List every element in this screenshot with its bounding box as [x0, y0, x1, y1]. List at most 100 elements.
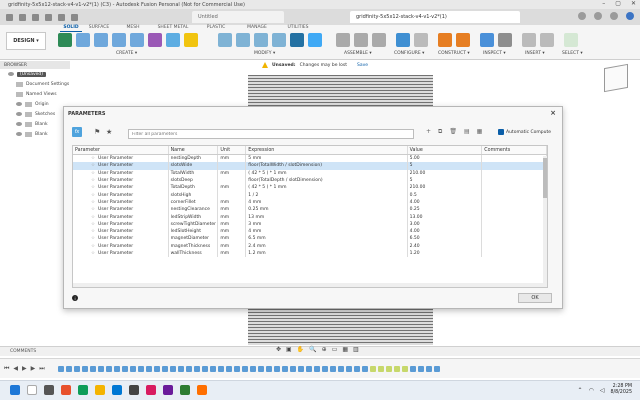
ok-button[interactable]: OK — [518, 293, 552, 303]
timeline-feature-icon[interactable] — [106, 366, 112, 372]
clock[interactable]: 2:28 PM 8/8/2025 — [610, 384, 632, 396]
tab-surface[interactable]: SURFACE — [82, 25, 116, 32]
table-row[interactable]: ☆ User Parameter nestingDepth mm 5 mm 5.00 — [73, 155, 547, 163]
table-row[interactable]: ☆ User Parameter screwTightDiameter mm 3 mm 3… — [73, 220, 547, 228]
timeline-feature-icon[interactable] — [434, 366, 440, 372]
table-row[interactable]: ☆ User Parameter TotalWidth mm( 42 * 5 ) * … — [73, 169, 547, 177]
cell-name[interactable]: slotsDeep — [169, 176, 219, 185]
timeline-feature-icon[interactable] — [146, 366, 152, 372]
timeline-feature-icon[interactable] — [162, 366, 168, 372]
cell-comments[interactable] — [482, 220, 547, 228]
cell-unit[interactable]: mm — [218, 155, 247, 163]
star-icon[interactable]: ☆ — [91, 207, 95, 212]
cell-unit[interactable]: mm — [218, 206, 247, 214]
star-icon[interactable]: ☆ — [91, 171, 95, 176]
cell-name[interactable]: ledSlotHeight — [169, 227, 219, 236]
timeline-feature-icon[interactable] — [74, 366, 80, 372]
cell-expression[interactable]: 6.5 mm — [246, 235, 408, 243]
cell-comments[interactable] — [482, 235, 547, 243]
star-icon[interactable]: ☆ — [91, 200, 95, 205]
move-copy-icon[interactable] — [290, 33, 304, 47]
box-icon[interactable] — [166, 33, 180, 47]
firefox-icon[interactable] — [61, 385, 71, 395]
cell-comments[interactable] — [482, 155, 547, 163]
joint-icon[interactable] — [354, 33, 368, 47]
table-row[interactable]: ☆ User Parameter slotsHigh 1 / 2 0.5 — [73, 191, 547, 199]
timeline-feature-icon[interactable] — [378, 366, 384, 372]
cell-expression[interactable]: 1 / 2 — [246, 191, 408, 199]
visibility-icon[interactable] — [16, 102, 22, 106]
delete-parameter-icon[interactable]: 🗑 — [449, 128, 457, 136]
cell-expression[interactable]: 0.25 mm — [246, 206, 408, 214]
cell-name[interactable]: slotsWide — [169, 162, 219, 170]
press-pull-icon[interactable] — [218, 33, 232, 47]
cell-name[interactable]: screwTightDiameter — [169, 220, 219, 228]
chrome-icon[interactable] — [78, 385, 88, 395]
cell-name[interactable]: wallThickness — [169, 249, 219, 258]
star-icon[interactable]: ☆ — [91, 178, 95, 183]
extrude-icon[interactable] — [76, 33, 90, 47]
shell-icon[interactable] — [272, 33, 286, 47]
info-icon[interactable]: i — [72, 295, 78, 301]
timeline-feature-icon[interactable] — [298, 366, 304, 372]
avatar[interactable] — [626, 12, 634, 20]
table-row[interactable]: ☆ User Parameter slotsWide floor(TotalWidth… — [73, 162, 547, 170]
star-icon[interactable]: ☆ — [91, 163, 95, 168]
viewcube[interactable] — [604, 63, 628, 93]
visibility-icon[interactable] — [16, 112, 22, 116]
cell-expression[interactable]: floor(TotalWidth / slotDimension) — [246, 162, 408, 170]
start-icon[interactable] — [10, 385, 20, 395]
table-row[interactable]: ☆ User Parameter ledStripWidth mm 13 mm 13.00 — [73, 213, 547, 221]
app-icon[interactable] — [163, 385, 173, 395]
cell-expression[interactable]: 4 mm — [246, 198, 408, 207]
timeline-feature-icon[interactable] — [346, 366, 352, 372]
zoom-icon[interactable]: 🔍 — [309, 346, 316, 353]
as-built-joint-icon[interactable] — [372, 33, 386, 47]
add-parameter-icon[interactable]: + — [426, 128, 431, 136]
timeline-feature-icon[interactable] — [194, 366, 200, 372]
volume-icon[interactable]: ◁ — [600, 387, 605, 394]
tab-manage[interactable]: MANAGE — [236, 25, 278, 32]
cell-expression[interactable]: ( 42 * 5 ) * 1 mm — [246, 184, 408, 192]
measure-icon[interactable] — [480, 33, 494, 47]
cell-comments[interactable] — [482, 184, 547, 192]
sweep-icon[interactable] — [112, 33, 126, 47]
group-modify[interactable]: MODIFY ▾ — [254, 51, 275, 56]
column-header-value[interactable]: Value — [408, 146, 483, 154]
star-icon[interactable]: ☆ — [91, 185, 95, 190]
timeline-feature-icon[interactable] — [186, 366, 192, 372]
cell-name[interactable]: magnetThickness — [169, 242, 219, 250]
insert-icon[interactable] — [522, 33, 536, 47]
help-icon[interactable] — [610, 12, 618, 20]
timeline-feature-icon[interactable] — [82, 366, 88, 372]
timeline-feature-icon[interactable] — [226, 366, 232, 372]
timeline-feature-icon[interactable] — [290, 366, 296, 372]
add-tab-icon[interactable] — [578, 12, 586, 20]
close-window-icon[interactable]: ✕ — [631, 0, 636, 7]
chamfer-icon[interactable] — [254, 33, 268, 47]
timeline-feature-icon[interactable] — [418, 366, 424, 372]
cell-comments[interactable] — [482, 227, 547, 236]
browser-item-blank-1[interactable]: Blank — [0, 119, 70, 129]
scrollbar-thumb[interactable] — [543, 158, 547, 198]
table-row[interactable]: ☆ User Parameter cornerFillet mm 4 mm 4.00 — [73, 198, 547, 207]
column-header-parameter[interactable]: Parameter — [73, 146, 169, 154]
cell-name[interactable]: nestingDepth — [169, 155, 219, 163]
cell-unit[interactable]: mm — [218, 242, 247, 250]
timeline-feature-icon[interactable] — [130, 366, 136, 372]
cell-expression[interactable]: 4 mm — [246, 227, 408, 236]
timeline-feature-icon[interactable] — [218, 366, 224, 372]
vertical-scrollbar[interactable] — [543, 156, 547, 286]
star-icon[interactable]: ☆ — [91, 251, 95, 256]
app-icon[interactable] — [146, 385, 156, 395]
app-icon[interactable] — [180, 385, 190, 395]
group-assemble[interactable]: ASSEMBLE ▾ — [344, 51, 372, 56]
browser-item-sketches[interactable]: Sketches — [0, 109, 70, 119]
timeline-feature-icon[interactable] — [234, 366, 240, 372]
timeline-feature-icon[interactable] — [282, 366, 288, 372]
cell-comments[interactable] — [482, 198, 547, 207]
play-icon[interactable]: ▶ — [22, 365, 27, 373]
browser-item-blank-2[interactable]: Blank — [0, 129, 70, 139]
wifi-icon[interactable]: ◠ — [589, 387, 594, 394]
cell-unit[interactable]: mm — [218, 198, 247, 207]
